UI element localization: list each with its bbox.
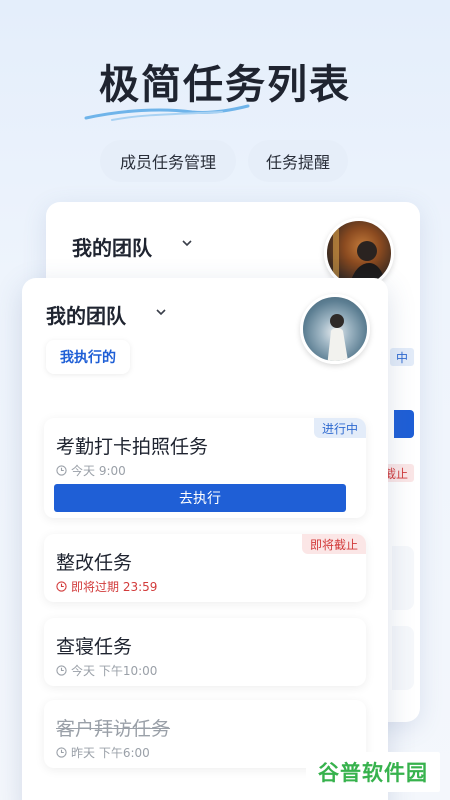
task-time: 今天 9:00 <box>56 462 126 479</box>
task-time-text: 今天 下午10:00 <box>71 664 158 678</box>
status-badge: 进行中 <box>313 418 366 438</box>
avatar[interactable] <box>300 294 370 364</box>
execute-button[interactable]: 去执行 <box>54 484 346 512</box>
list-item[interactable] <box>392 626 414 690</box>
status-badge: 即将截止 <box>301 534 366 554</box>
task-time: 今天 下午10:00 <box>56 662 157 679</box>
pill-member-task-management[interactable]: 成员任务管理 <box>100 140 236 182</box>
task-title: 整改任务 <box>56 552 133 574</box>
task-time-text: 昨天 下午6:00 <box>71 746 150 760</box>
team-title[interactable]: 我的团队 <box>46 300 126 329</box>
chevron-down-icon[interactable] <box>180 236 194 250</box>
clock-icon <box>56 581 67 592</box>
task-time-text: 今天 9:00 <box>71 464 126 478</box>
site-watermark: 谷普软件园 <box>306 752 440 792</box>
back-team-title[interactable]: 我的团队 <box>72 232 152 261</box>
task-card[interactable]: 整改任务 即将过期 23:59 即将截止 <box>44 534 366 602</box>
clock-icon <box>56 747 67 758</box>
status-badge: 中 <box>389 348 414 366</box>
task-title: 客户拜访任务 <box>56 718 171 740</box>
front-team-card: 我的团队 我执行的 考勤打卡拍照任务 今天 9:00 进行中 去执行 整改任务 … <box>22 278 388 800</box>
task-time: 即将过期 23:59 <box>56 578 157 595</box>
task-title: 考勤打卡拍照任务 <box>56 436 209 458</box>
execute-button-partial[interactable] <box>394 410 414 438</box>
task-card[interactable]: 考勤打卡拍照任务 今天 9:00 进行中 去执行 <box>44 418 366 518</box>
decorative-swoosh <box>84 104 250 121</box>
task-time-text: 即将过期 23:59 <box>71 580 158 594</box>
pill-task-reminder[interactable]: 任务提醒 <box>248 140 348 182</box>
clock-icon <box>56 465 67 476</box>
list-item[interactable] <box>392 546 414 610</box>
clock-icon <box>56 665 67 676</box>
filter-my-executed[interactable]: 我执行的 <box>46 340 130 374</box>
task-time: 昨天 下午6:00 <box>56 744 150 761</box>
task-card[interactable]: 查寝任务 今天 下午10:00 <box>44 618 366 686</box>
chevron-down-icon[interactable] <box>154 305 168 319</box>
task-title: 查寝任务 <box>56 636 133 658</box>
